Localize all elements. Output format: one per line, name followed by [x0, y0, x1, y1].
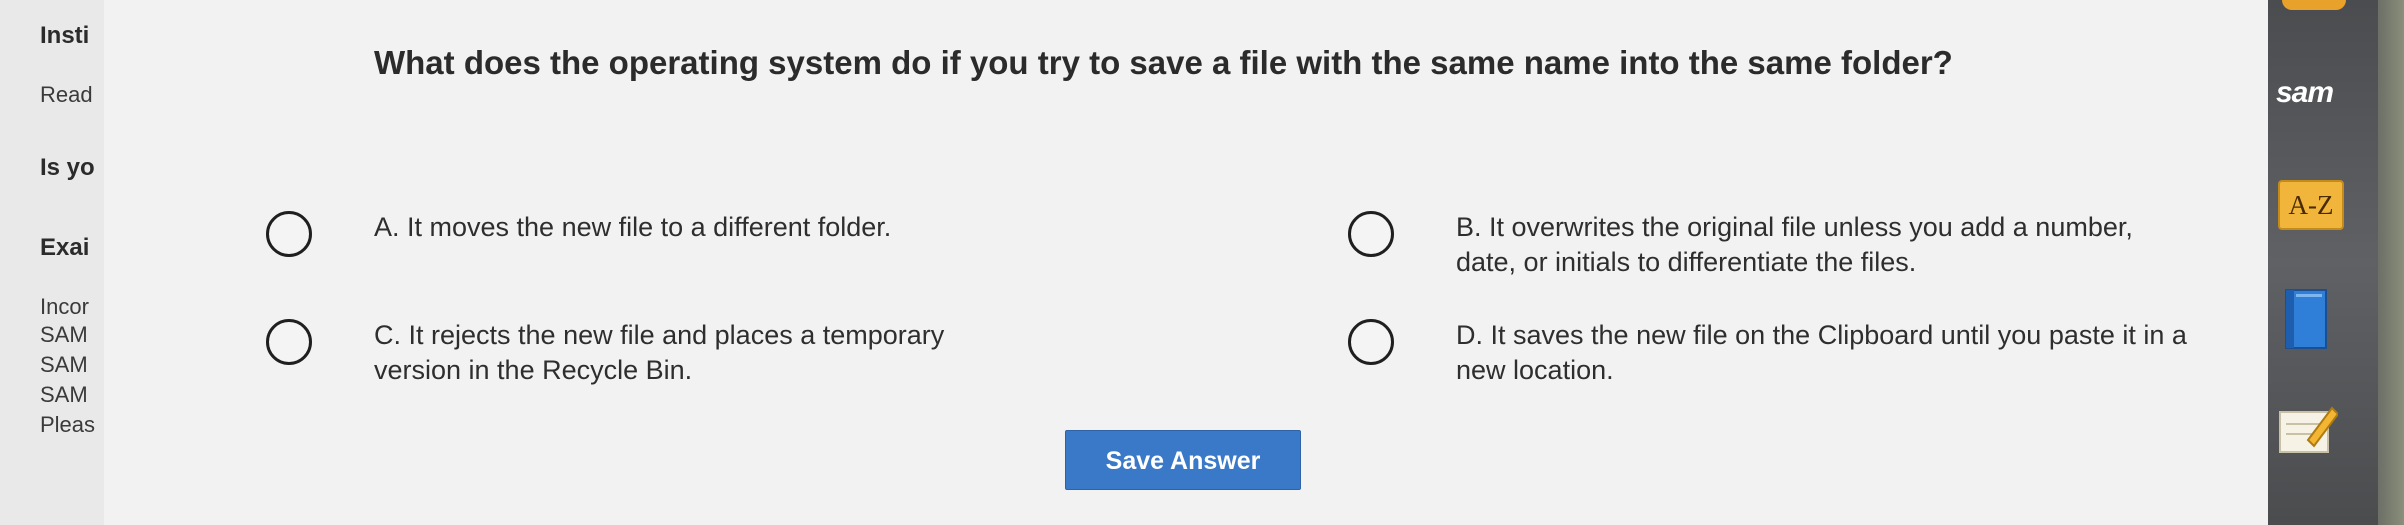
- az-dictionary-icon[interactable]: A-Z: [2278, 180, 2344, 230]
- read-text: Read: [40, 82, 93, 107]
- question-modal: What does the operating system do if you…: [104, 0, 2268, 525]
- toolbar-top-icon[interactable]: [2282, 0, 2346, 10]
- notepad-icon[interactable]: [2278, 404, 2340, 454]
- exam-heading: Exai: [40, 234, 90, 261]
- background-page-panel: Insti Read Is yo Exai Incor SAM SAM SAM …: [0, 0, 105, 525]
- list-line: SAM: [40, 352, 88, 377]
- instructions-heading: Insti: [40, 22, 90, 49]
- list-line: Pleas: [40, 412, 96, 437]
- list-line: Incor: [40, 294, 89, 319]
- option-d-text: D. It saves the new file on the Clipboar…: [1456, 320, 2187, 385]
- option-a-text: A. It moves the new file to a different …: [374, 212, 892, 242]
- save-answer-button[interactable]: Save Answer: [1065, 430, 1301, 490]
- option-a-radio[interactable]: [266, 211, 312, 257]
- option-d-radio[interactable]: [1348, 319, 1394, 365]
- desktop-edge: [2378, 0, 2404, 525]
- list-line: SAM: [40, 382, 88, 407]
- book-icon[interactable]: [2282, 288, 2332, 350]
- sam-logo: sam: [2276, 76, 2334, 109]
- list-line: SAM: [40, 322, 88, 347]
- section-heading: Is yo: [40, 154, 95, 181]
- option-c-radio[interactable]: [266, 319, 312, 365]
- question-text: What does the operating system do if you…: [374, 44, 1953, 81]
- option-b-text: B. It overwrites the original file unles…: [1456, 212, 2133, 277]
- option-b-radio[interactable]: [1348, 211, 1394, 257]
- option-c-text: C. It rejects the new file and places a …: [374, 320, 945, 385]
